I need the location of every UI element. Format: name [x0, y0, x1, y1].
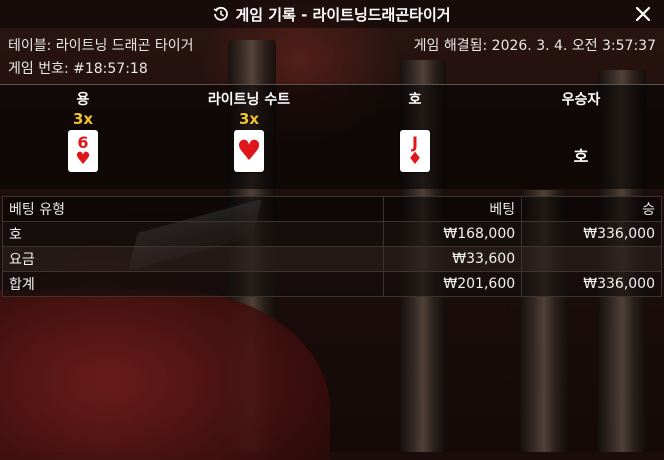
dragon-multiplier: 3x: [72, 110, 94, 128]
bet-type-header: 베팅 유형: [1, 196, 385, 222]
diamond-suit-icon: ♦: [407, 148, 423, 169]
dragon-column: 용 3x 6 ♥: [0, 85, 166, 172]
winner-header: 우승자: [561, 92, 601, 108]
bets-table: 베팅 유형 베팅 승 호 ₩168,000 ₩336,000 요금 ₩33,60…: [1, 196, 662, 297]
dragon-header: 용: [76, 92, 90, 108]
tiger-column: 호 J ♦: [332, 85, 498, 172]
win-amount: ₩336,000: [521, 271, 662, 297]
dialog-title: 게임 기록 - 라이트닝드래곤타이거: [235, 5, 451, 24]
win-amount-header: 승: [521, 196, 662, 222]
tiger-multiplier-spacer: [332, 110, 498, 128]
tiger-card: J ♦: [400, 130, 430, 172]
dragon-card: 6 ♥: [68, 130, 98, 172]
bets-header-row: 베팅 유형 베팅 승: [1, 196, 662, 222]
lightning-suit-card: ♥: [234, 130, 264, 172]
bet-amount: ₩201,600: [383, 271, 523, 297]
table-row-total: 합계 ₩201,600 ₩336,000: [1, 271, 662, 297]
history-icon: [214, 6, 229, 21]
table-row: 호 ₩168,000 ₩336,000: [1, 221, 662, 247]
result-panel: 용 3x 6 ♥ 라이트닝 수트 3x ♥ 호 J ♦ 우승자 호: [0, 84, 664, 189]
win-amount: ₩336,000: [521, 221, 662, 247]
game-number: 게임 번호: #18:57:18: [8, 61, 148, 77]
heart-suit-icon: ♥: [75, 148, 91, 169]
table-row: 요금 ₩33,600: [1, 246, 662, 272]
game-resolved-time: 게임 해결됨: 2026. 3. 4. 오전 3:57:37: [413, 38, 656, 54]
table-name: 테이블: 라이트닝 드래곤 타이거: [8, 38, 194, 54]
winner-column: 우승자 호: [498, 85, 664, 167]
bet-type: 요금: [1, 246, 385, 272]
lightning-suit-header: 라이트닝 수트: [207, 92, 291, 108]
bet-type: 합계: [1, 271, 385, 297]
close-icon: [635, 6, 651, 22]
win-amount: [521, 246, 662, 272]
heart-suit-icon: ♥: [236, 134, 262, 167]
dialog-header: 게임 기록 - 라이트닝드래곤타이거: [0, 0, 664, 28]
bet-amount-header: 베팅: [383, 196, 523, 222]
tiger-header: 호: [408, 92, 422, 108]
bet-amount: ₩168,000: [383, 221, 523, 247]
bet-type: 호: [1, 221, 385, 247]
lightning-suit-column: 라이트닝 수트 3x ♥: [166, 85, 332, 172]
close-button[interactable]: [632, 3, 654, 25]
winner-value: 호: [573, 147, 589, 166]
lightning-suit-multiplier: 3x: [238, 110, 260, 128]
bet-amount: ₩33,600: [383, 246, 523, 272]
